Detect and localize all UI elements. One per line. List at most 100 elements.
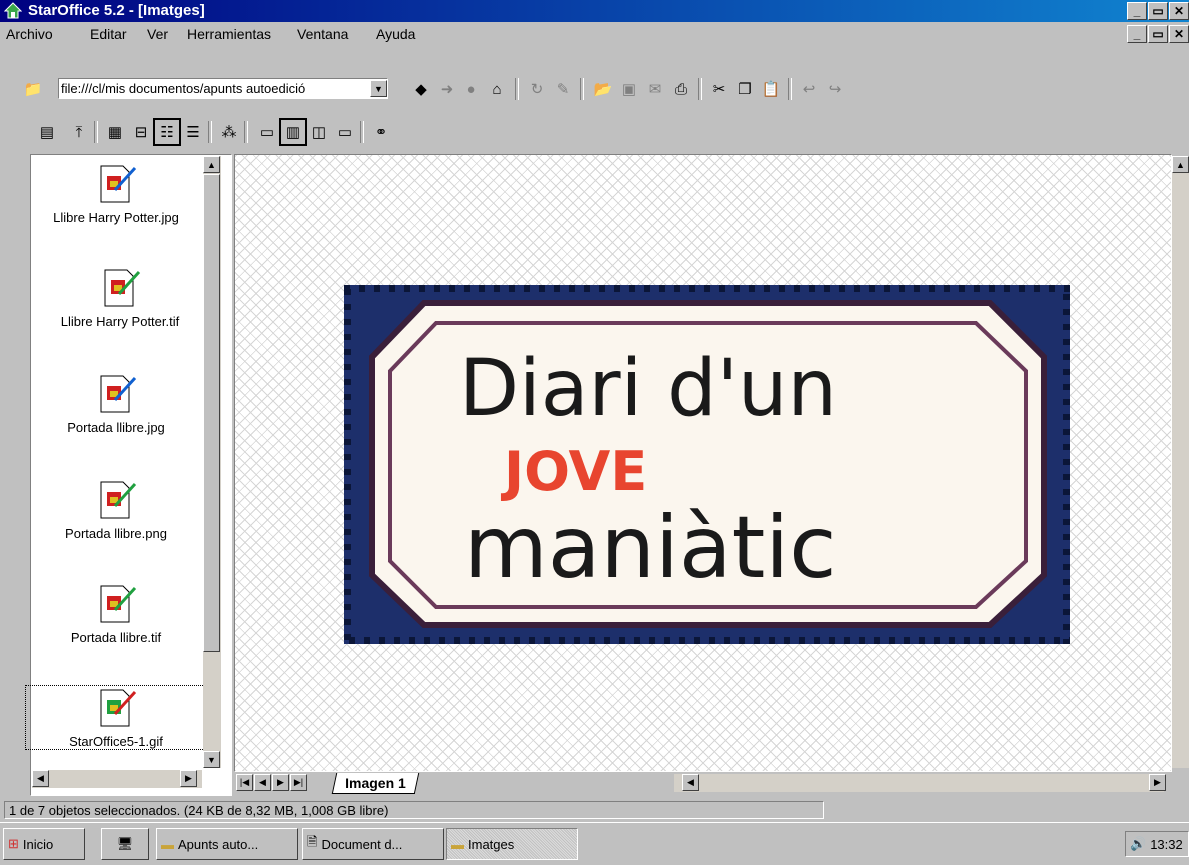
scroll-up-button[interactable]: ▲: [203, 156, 220, 173]
desktop-shortcut-button[interactable]: 🖥: [101, 828, 149, 860]
file-item[interactable]: Llibre Harry Potter.jpg: [26, 162, 206, 225]
start-button[interactable]: ⊞ Inicio: [3, 828, 85, 860]
document-icon: 🗎: [307, 834, 318, 849]
image-file-icon: [100, 481, 137, 519]
image-file-icon: [100, 375, 137, 413]
windows-logo-icon: ⊞: [8, 836, 19, 851]
next-sheet-button[interactable]: ▶: [272, 774, 289, 791]
image-file-icon: [100, 689, 137, 727]
large-icons-view-icon[interactable]: ▦: [104, 121, 126, 143]
canvas-scrollbar[interactable]: [1172, 156, 1189, 768]
vertical-layout-icon[interactable]: ▥: [279, 118, 307, 146]
image-file-icon: [104, 269, 141, 307]
book-cover-image: Diari d'un JOVE maniàtic: [344, 285, 1070, 644]
menu-herramientas[interactable]: Herramientas: [187, 26, 271, 42]
file-item-selected[interactable]: StarOffice5-1.gif: [25, 685, 207, 750]
doc-restore-button[interactable]: ▭: [1148, 25, 1168, 43]
file-item[interactable]: Llibre Harry Potter.tif: [30, 266, 210, 329]
file-item[interactable]: Portada llibre.jpg: [26, 372, 206, 435]
task-apunts[interactable]: ▬ Apunts auto...: [156, 828, 298, 860]
url-input[interactable]: file:///cl/mis documentos/apunts autoedi…: [58, 78, 388, 99]
cover-title-line2: JOVE: [500, 440, 647, 503]
stop-icon[interactable]: ●: [460, 78, 482, 100]
list-view-icon[interactable]: ☷: [153, 118, 181, 146]
redo-icon[interactable]: ↪: [824, 78, 846, 100]
undo-icon[interactable]: ↩: [798, 78, 820, 100]
desktop-icon: 🖥: [116, 836, 134, 851]
scroll-thumb[interactable]: [203, 174, 220, 652]
menu-editar[interactable]: Editar: [90, 26, 127, 42]
scroll-right-button[interactable]: ▶: [180, 770, 197, 787]
canvas-scroll-left-button[interactable]: ◀: [682, 774, 699, 791]
scroll-down-button[interactable]: ▼: [203, 751, 220, 768]
folder-icon: ▬: [161, 836, 174, 852]
image-preview-canvas: Diari d'un JOVE maniàtic: [234, 154, 1172, 772]
menu-ventana[interactable]: Ventana: [297, 26, 348, 42]
details-view-icon[interactable]: ☰: [182, 121, 204, 143]
file-panel-hscrollbar[interactable]: [32, 770, 202, 788]
tab-imagen-1[interactable]: Imagen 1: [331, 773, 419, 794]
back-arrow-icon[interactable]: ◆: [410, 78, 432, 100]
split-layout-icon[interactable]: ◫: [308, 121, 330, 143]
canvas-hscrollbar[interactable]: [674, 774, 1164, 792]
paste-icon[interactable]: 📋: [760, 78, 782, 100]
start-label: Inicio: [22, 836, 54, 852]
scroll-left-button[interactable]: ◀: [32, 770, 49, 787]
task-label: Apunts auto...: [178, 836, 259, 852]
status-text: 1 de 7 objetos seleccionados. (24 KB de …: [4, 801, 824, 819]
file-item[interactable]: Portada llibre.tif: [26, 582, 206, 645]
print-icon[interactable]: ⎙: [670, 78, 692, 100]
task-document[interactable]: 🗎 Document d...: [302, 828, 444, 860]
task-label: Document d...: [321, 836, 403, 852]
menu-ayuda[interactable]: Ayuda: [376, 26, 415, 42]
status-bar: 1 de 7 objetos seleccionados. (24 KB de …: [0, 800, 1189, 822]
file-name: StarOffice5-1.gif: [69, 734, 163, 749]
prev-sheet-button[interactable]: ◀: [254, 774, 271, 791]
small-icons-view-icon[interactable]: ⊟: [130, 121, 152, 143]
minimize-button[interactable]: _: [1127, 2, 1147, 20]
file-name: Llibre Harry Potter.jpg: [53, 210, 179, 225]
save-icon[interactable]: ▣: [618, 78, 640, 100]
canvas-scroll-right-button[interactable]: ▶: [1149, 774, 1166, 791]
close-button[interactable]: ✕: [1169, 2, 1189, 20]
folder-icon: ▬: [451, 836, 464, 852]
last-sheet-button[interactable]: ▶|: [290, 774, 307, 791]
up-folder-icon[interactable]: ⤒: [68, 121, 90, 143]
menu-bar: Archivo Editar Ver Herramientas Ventana …: [0, 23, 1189, 47]
file-name: Portada llibre.tif: [70, 630, 162, 645]
url-dropdown-button[interactable]: ▼: [370, 80, 387, 97]
file-name: Portada llibre.png: [65, 526, 167, 541]
menu-archivo[interactable]: Archivo: [6, 26, 53, 42]
open-icon[interactable]: 📂: [592, 78, 614, 100]
maximize-button[interactable]: ▭: [1148, 2, 1168, 20]
window-title: StarOffice 5.2 - [Imatges]: [28, 2, 205, 19]
image-file-icon: [100, 165, 137, 203]
properties-icon[interactable]: ▤: [36, 121, 58, 143]
menu-ver[interactable]: Ver: [147, 26, 168, 42]
open-folder-icon[interactable]: 📁: [22, 78, 44, 100]
edit-file-icon[interactable]: ✎: [552, 78, 574, 100]
refresh-icon[interactable]: ↻: [526, 78, 548, 100]
horizontal-layout-icon[interactable]: ▭: [256, 121, 278, 143]
file-item[interactable]: Portada llibre.png: [26, 478, 206, 541]
system-tray: 🔊 13:32: [1125, 831, 1189, 857]
select-all-icon[interactable]: ⁂: [218, 121, 240, 143]
home-icon[interactable]: ⌂: [486, 78, 508, 100]
task-imatges[interactable]: ▬ Imatges: [446, 828, 578, 860]
task-label: Imatges: [468, 836, 515, 852]
email-icon[interactable]: ✉: [644, 78, 666, 100]
cut-icon[interactable]: ✂: [708, 78, 730, 100]
doc-minimize-button[interactable]: _: [1127, 25, 1147, 43]
doc-close-button[interactable]: ✕: [1169, 25, 1189, 43]
single-layout-icon[interactable]: ▭: [334, 121, 356, 143]
copy-icon[interactable]: ❐: [734, 78, 756, 100]
canvas-scroll-up-button[interactable]: ▲: [1172, 156, 1189, 173]
forward-arrow-icon[interactable]: ➜: [436, 78, 458, 100]
find-binoculars-icon[interactable]: ⚭: [370, 121, 392, 143]
title-bar[interactable]: StarOffice 5.2 - [Imatges] _ ▭ ✕: [0, 0, 1189, 22]
first-sheet-button[interactable]: |◀: [236, 774, 253, 791]
clock[interactable]: 13:32: [1150, 837, 1183, 852]
staroffice-logo-icon: [4, 2, 22, 19]
image-file-icon: [100, 585, 137, 623]
cover-title-line3: maniàtic: [464, 498, 836, 598]
